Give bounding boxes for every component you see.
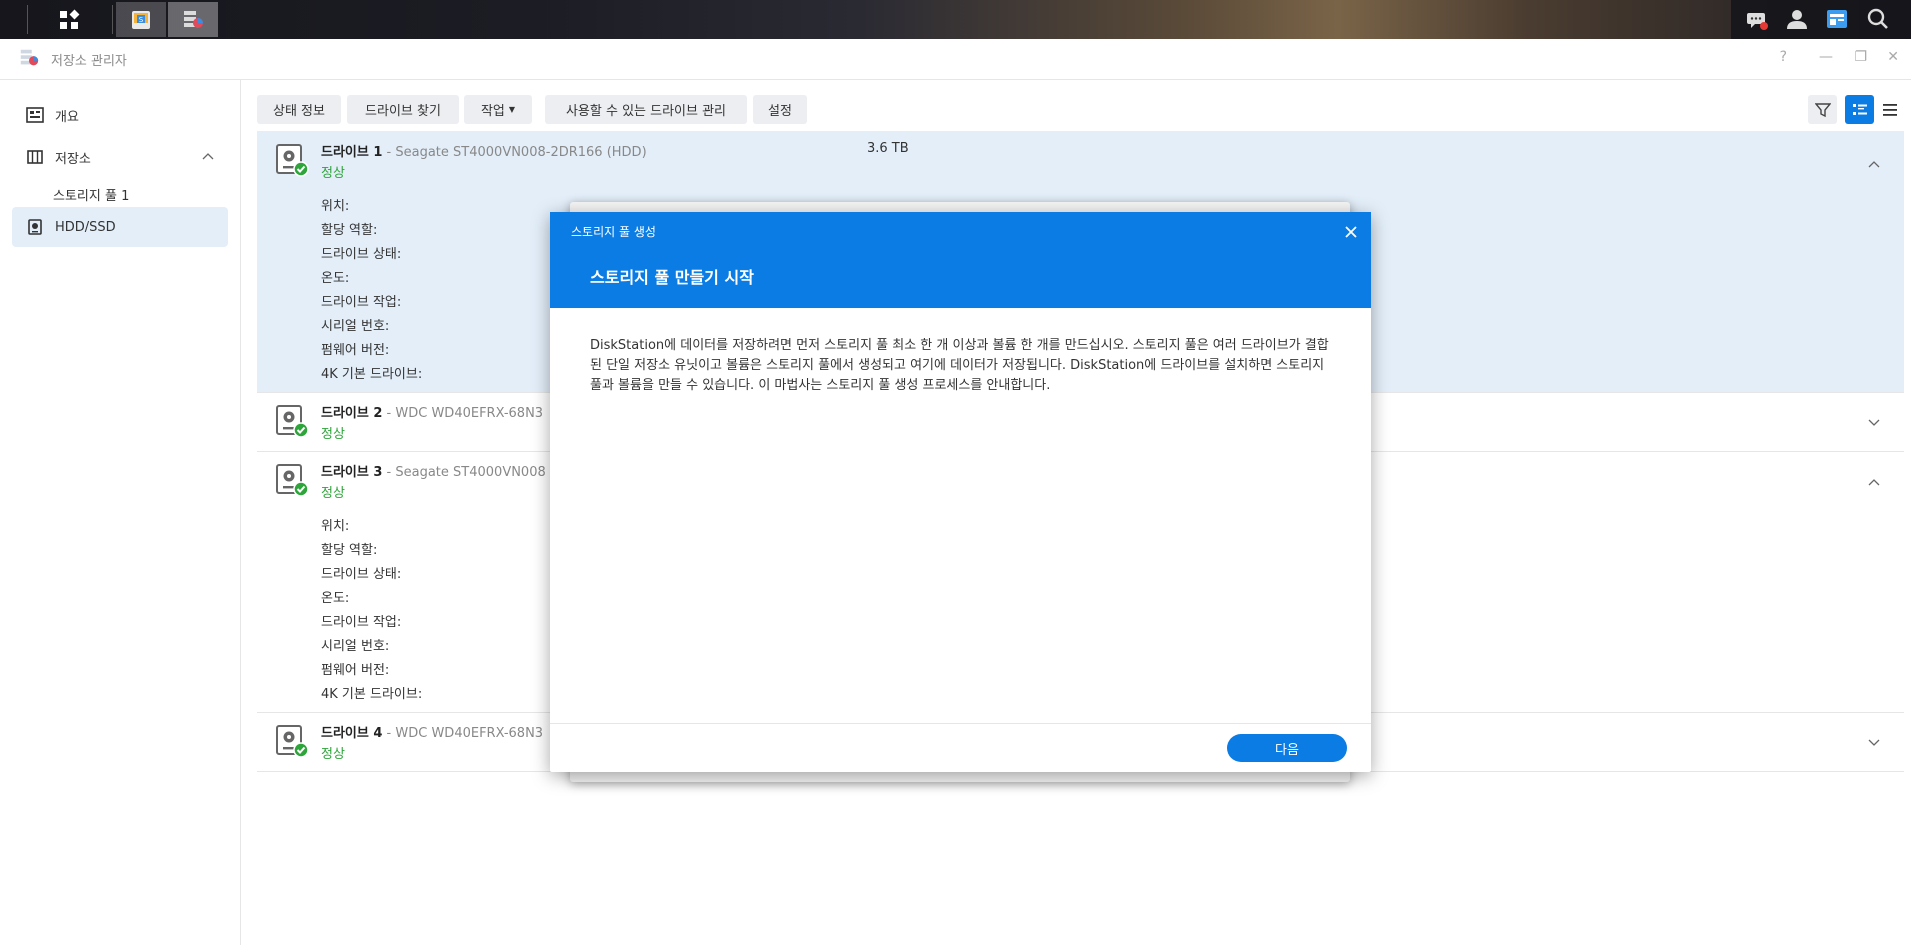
drive-icon [26, 218, 44, 236]
drive-name: 드라이브 1 - Seagate ST4000VN008-2DR166 (HDD… [321, 145, 647, 160]
hdd-status-icon [275, 724, 309, 762]
sidebar-item-storage[interactable]: 저장소 [12, 137, 228, 177]
drive-status: 정상 [321, 427, 345, 442]
detail-role-label: 할당 역할: [321, 543, 378, 558]
close-icon[interactable] [1345, 223, 1357, 242]
main-menu-button[interactable] [44, 2, 94, 37]
next-button[interactable]: 다음 [1227, 734, 1347, 762]
drive-name: 드라이브 4 - WDC WD40EFRX-68N3 [321, 726, 544, 741]
drive-name: 드라이브 3 - Seagate ST4000VN008 [321, 465, 546, 480]
search-button[interactable] [1867, 8, 1889, 34]
hdd-status-icon [275, 143, 309, 181]
chevron-up-icon[interactable] [202, 149, 214, 164]
detail-4k-label: 4K 기본 드라이브: [321, 367, 423, 382]
dialog-description: DiskStation에 데이터를 저장하려면 먼저 스토리지 풀 최소 한 개… [590, 338, 1329, 393]
list-view-button[interactable] [1875, 95, 1904, 124]
package-center-icon: S [132, 10, 150, 29]
detail-drive-status-label: 드라이브 상태: [321, 567, 402, 582]
help-button[interactable]: ? [1780, 49, 1787, 65]
dialog-header: 스토리지 풀 생성 스토리지 풀 만들기 시작 [550, 212, 1371, 308]
detail-drive-task-label: 드라이브 작업: [321, 295, 402, 310]
hdd-status-icon [275, 404, 309, 442]
widgets-button[interactable] [1826, 8, 1848, 34]
sidebar-item-storage-pool-1[interactable]: 스토리지 풀 1 [53, 185, 129, 204]
taskbar-separator [27, 5, 28, 34]
taskbar: S [0, 0, 1911, 39]
detail-serial-label: 시리얼 번호: [321, 639, 390, 654]
action-label: 작업 [480, 104, 505, 119]
grid-icon [60, 9, 80, 29]
minimize-button[interactable]: — [1819, 49, 1833, 65]
drive-capacity: 3.6 TB [867, 141, 909, 156]
chat-icon [1747, 13, 1768, 30]
search-icon [1867, 8, 1888, 29]
chevron-down-icon[interactable] [1868, 732, 1880, 751]
filter-button[interactable] [1808, 95, 1837, 124]
drive-name: 드라이브 2 - WDC WD40EFRX-68N3 [321, 406, 544, 421]
sidebar-item-overview[interactable]: 개요 [12, 95, 228, 135]
sidebar-item-label: 개요 [55, 109, 79, 125]
hdd-status-icon [275, 463, 309, 501]
list-icon [1882, 103, 1897, 116]
user-icon [1787, 10, 1807, 29]
overview-icon [26, 106, 44, 124]
detail-serial-label: 시리얼 번호: [321, 319, 390, 334]
find-drive-button[interactable]: 드라이브 찾기 [347, 95, 459, 124]
detail-firmware-label: 펌웨어 버전: [321, 663, 390, 678]
settings-button[interactable]: 설정 [753, 95, 807, 124]
detail-firmware-label: 펌웨어 버전: [321, 343, 390, 358]
drive-status: 정상 [321, 747, 345, 762]
action-dropdown[interactable]: 작업 ▼ [464, 95, 532, 124]
detail-list-icon [1852, 103, 1867, 115]
window-titlebar: 저장소 관리자 ? — ❐ ✕ [0, 39, 1911, 80]
drive-status: 정상 [321, 166, 345, 181]
svg-text:S: S [139, 16, 144, 24]
sidebar-item-hdd-ssd[interactable]: HDD/SSD [12, 207, 228, 247]
close-window-button[interactable]: ✕ [1887, 49, 1899, 65]
detail-4k-label: 4K 기본 드라이브: [321, 687, 423, 702]
detail-location-label: 위치: [321, 199, 350, 214]
drive-status: 정상 [321, 486, 345, 501]
detail-drive-task-label: 드라이브 작업: [321, 615, 402, 630]
sidebar-item-label: HDD/SSD [55, 219, 116, 235]
storage-manager-icon [184, 10, 203, 28]
detail-drive-status-label: 드라이브 상태: [321, 247, 402, 262]
caret-down-icon: ▼ [508, 105, 516, 114]
detail-temperature-label: 온도: [321, 271, 350, 286]
widgets-icon [1827, 10, 1847, 28]
taskbar-app-package[interactable]: S [116, 2, 166, 37]
taskbar-separator [112, 5, 113, 34]
notifications-button[interactable] [1745, 8, 1769, 36]
taskbar-app-storage[interactable] [168, 2, 218, 37]
chevron-down-icon[interactable] [1868, 412, 1880, 431]
detail-location-label: 위치: [321, 519, 350, 534]
user-button[interactable] [1786, 8, 1808, 34]
sidebar: 개요 저장소 스토리지 풀 1 HDD/SSD [0, 80, 241, 945]
manage-available-drives-button[interactable]: 사용할 수 있는 드라이브 관리 [545, 95, 747, 124]
detail-role-label: 할당 역할: [321, 223, 378, 238]
taskbar-tray [1731, 0, 1911, 39]
window-title: 저장소 관리자 [51, 54, 127, 69]
status-info-button[interactable]: 상태 정보 [257, 95, 341, 124]
dialog-subtitle: 스토리지 풀 생성 [571, 225, 656, 239]
dialog-title: 스토리지 풀 만들기 시작 [590, 268, 754, 287]
detail-view-button[interactable] [1845, 95, 1874, 124]
maximize-button[interactable]: ❐ [1854, 49, 1867, 65]
chevron-up-icon[interactable] [1868, 471, 1880, 490]
create-storage-pool-dialog: 스토리지 풀 생성 스토리지 풀 만들기 시작 DiskStation에 데이터… [550, 212, 1371, 772]
storage-manager-icon [18, 47, 40, 73]
chevron-up-icon[interactable] [1868, 153, 1880, 172]
filter-icon [1814, 102, 1831, 117]
sidebar-item-label: 저장소 [55, 151, 91, 167]
detail-temperature-label: 온도: [321, 591, 350, 606]
storage-icon [26, 148, 44, 166]
dialog-footer-divider [550, 723, 1371, 724]
